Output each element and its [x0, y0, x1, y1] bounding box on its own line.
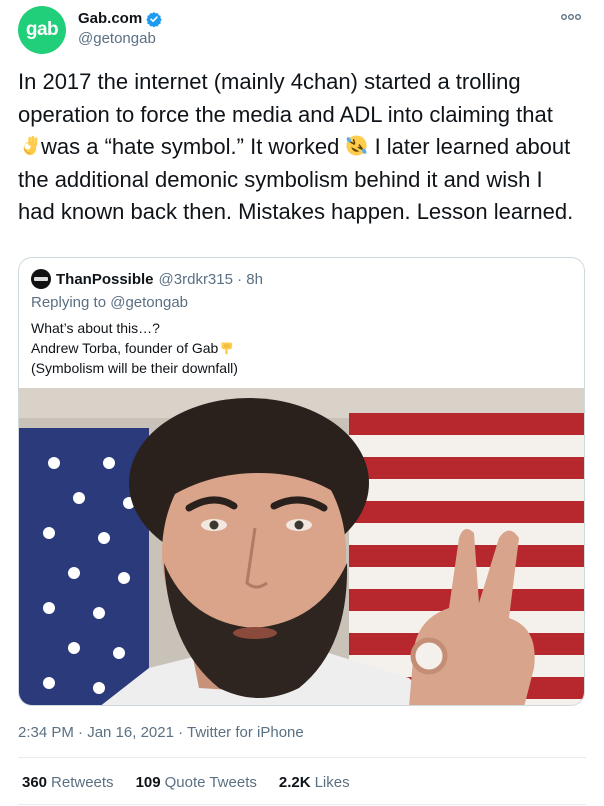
quoted-author-name: ThanPossible — [56, 270, 154, 288]
quoted-line-3: (Symbolism will be their downfall) — [31, 360, 238, 376]
tweet-text: In 2017 the internet (mainly 4chan) star… — [18, 66, 578, 229]
ok-hand-emoji-icon — [23, 135, 38, 156]
tweet-text-part-1: In 2017 the internet (mainly 4chan) star… — [18, 69, 553, 127]
more-options-icon[interactable] — [560, 10, 582, 24]
quote-tweets-label: Quote Tweets — [164, 774, 257, 791]
author-avatar[interactable]: gab — [18, 6, 66, 54]
retweets-count: 360 — [22, 774, 48, 791]
verified-badge-icon — [146, 11, 162, 27]
tweet-meta: 2:34 PM · Jan 16, 2021 · Twitter for iPh… — [18, 724, 304, 741]
tweet-source[interactable]: Twitter for iPhone — [187, 724, 304, 741]
author-display-name[interactable]: Gab.com — [78, 10, 142, 27]
quoted-tweet-text: What’s about this…? Andrew Torba, founde… — [31, 318, 238, 378]
divider-bottom — [18, 804, 586, 805]
retweets-label: Retweets — [51, 774, 114, 791]
likes-label: Likes — [314, 774, 350, 791]
quoted-author-handle-time: @3rdkr315 · 8h — [158, 270, 263, 288]
quoted-replying-to: Replying to @getongab — [31, 294, 188, 311]
quoted-line-1: What’s about this…? — [31, 320, 160, 336]
divider-top — [18, 757, 586, 758]
rolling-laughing-emoji-icon — [346, 135, 368, 156]
pointing-down-emoji-icon — [221, 342, 233, 355]
quoted-tweet-photo[interactable] — [19, 388, 585, 706]
quote-tweets-count: 109 — [135, 774, 161, 791]
tweet-text-part-2: was a “hate symbol.” It worked — [41, 134, 346, 159]
tweet-timestamp[interactable]: 2:34 PM · Jan 16, 2021 · — [18, 724, 187, 741]
likes-stat[interactable]: 2.2K Likes — [279, 774, 350, 791]
quoted-line-2-wrap: Andrew Torba, founder of Gab — [31, 338, 238, 358]
tweet-header: gab Gab.com @getongab — [18, 6, 588, 56]
quoted-line-2: Andrew Torba, founder of Gab — [31, 340, 219, 356]
tweet-stats: 360 Retweets 109 Quote Tweets 2.2K Likes — [22, 774, 350, 791]
quote-tweets-stat[interactable]: 109 Quote Tweets — [136, 774, 257, 791]
author-name-row[interactable]: Gab.com — [78, 10, 162, 27]
replying-to-prefix: Replying to — [31, 294, 111, 311]
quoted-tweet[interactable]: ThanPossible @3rdkr315 · 8h Replying to … — [18, 257, 585, 706]
likes-count: 2.2K — [278, 774, 311, 791]
retweets-stat[interactable]: 360 Retweets — [22, 774, 114, 791]
quoted-tweet-header: ThanPossible @3rdkr315 · 8h — [31, 269, 263, 289]
author-handle[interactable]: @getongab — [78, 30, 156, 47]
quoted-author-avatar — [31, 269, 51, 289]
replying-to-mention: @getongab — [110, 294, 189, 311]
